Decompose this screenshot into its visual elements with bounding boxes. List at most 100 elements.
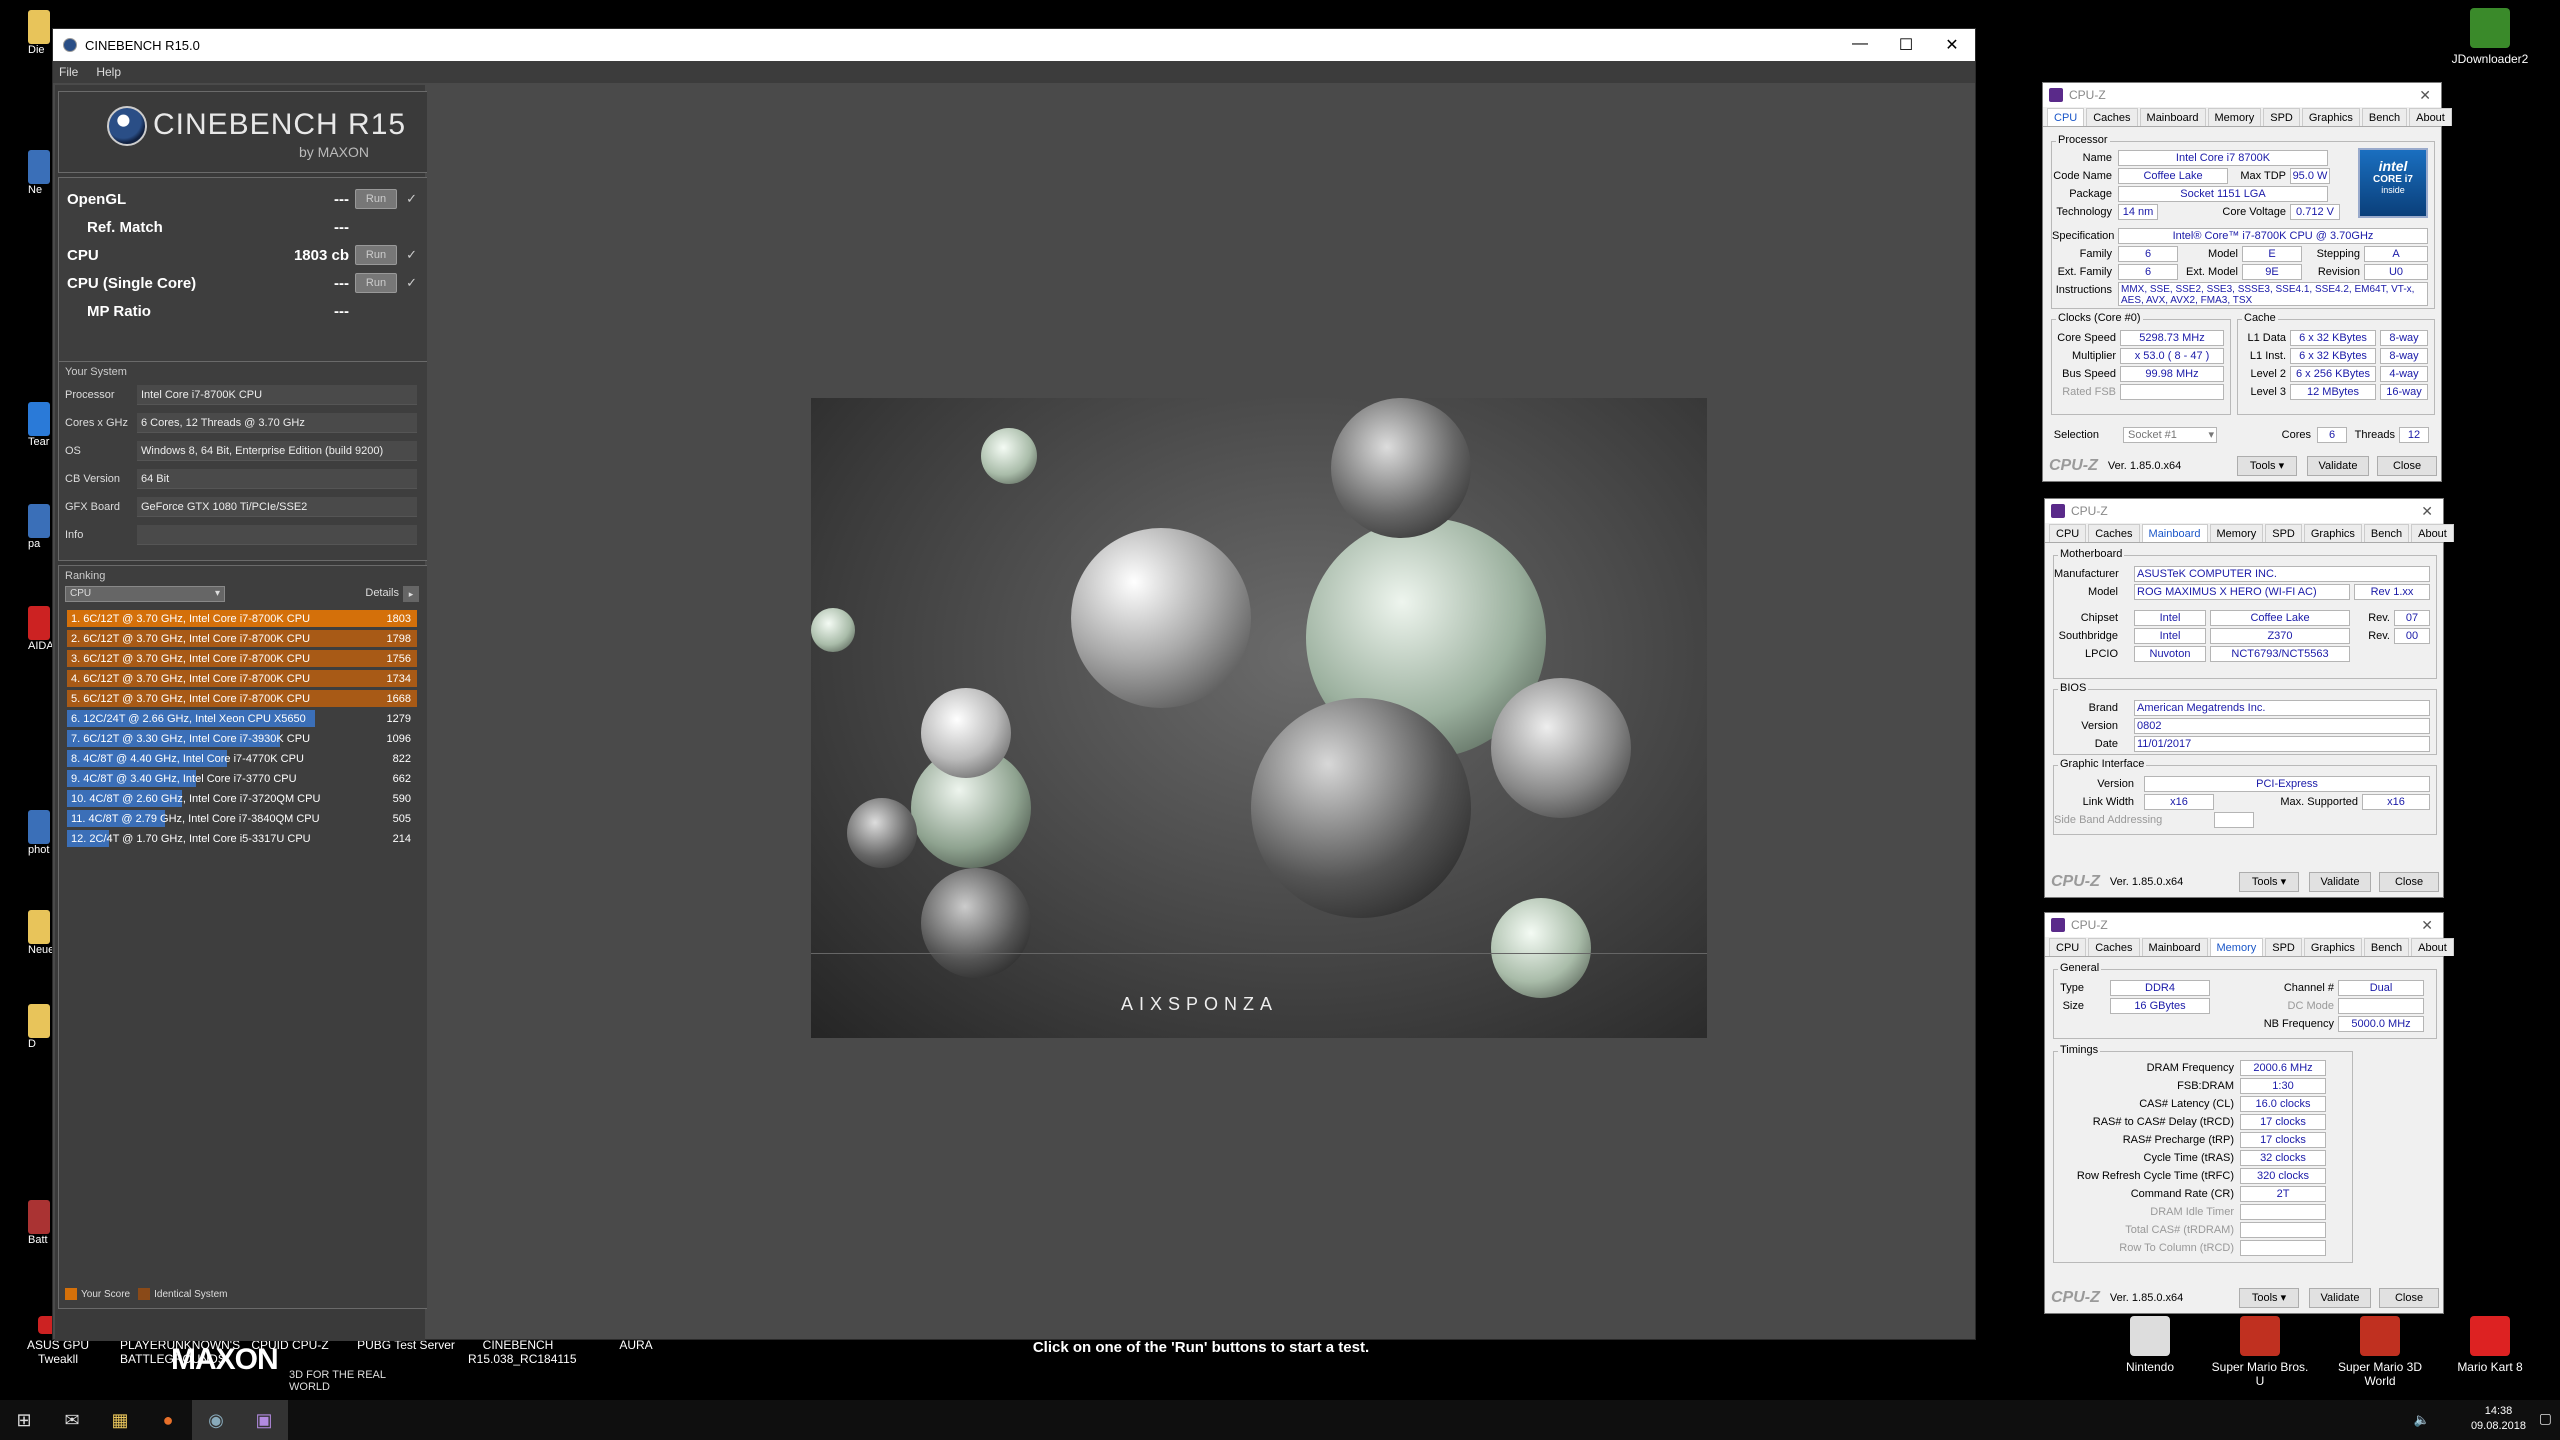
tab-graphics[interactable]: Graphics (2303, 938, 2362, 956)
menu-file[interactable]: File (59, 65, 78, 79)
validate-button[interactable]: Validate (2309, 1288, 2371, 1308)
desktop-icon-partial[interactable]: Neue (28, 910, 54, 956)
close-icon[interactable]: ✕ (1929, 35, 1975, 55)
tools-button[interactable]: Tools ▾ (2239, 1288, 2299, 1308)
tab-mainboard[interactable]: Mainboard (2141, 938, 2208, 956)
cpuz-titlebar[interactable]: CPU-Z ✕ (2045, 499, 2443, 523)
system-value[interactable] (137, 525, 417, 545)
busspeed-label: Bus Speed (2062, 368, 2116, 380)
cinebench-taskbar-icon[interactable]: ◉ (192, 1400, 240, 1440)
desktop-icon-partial[interactable]: Ne (28, 150, 50, 196)
chipset-name: Coffee Lake (2210, 610, 2350, 626)
notification-icon[interactable]: ▢ (2539, 1410, 2552, 1427)
ranking-row[interactable]: 10. 4C/8T @ 2.60 GHz, Intel Core i7-3720… (67, 790, 417, 808)
minimize-icon[interactable]: — (1837, 35, 1883, 55)
tab-bench[interactable]: Bench (2363, 524, 2410, 542)
tab-bench[interactable]: Bench (2363, 938, 2410, 956)
tab-about[interactable]: About (2411, 938, 2454, 956)
cpuz-titlebar[interactable]: CPU-Z ✕ (2043, 83, 2441, 107)
check-icon[interactable]: ✓ (406, 247, 417, 263)
firefox-icon[interactable]: ● (144, 1400, 192, 1440)
ranking-row[interactable]: 4. 6C/12T @ 3.70 GHz, Intel Core i7-8700… (67, 670, 417, 688)
tab-memory[interactable]: Memory (2209, 524, 2264, 542)
run-button[interactable]: Run (355, 273, 397, 293)
stepping: A (2364, 246, 2428, 262)
validate-button[interactable]: Validate (2309, 872, 2371, 892)
tab-cpu[interactable]: CPU (2047, 108, 2085, 126)
tab-spd[interactable]: SPD (2263, 108, 2300, 126)
tab-graphics[interactable]: Graphics (2301, 108, 2360, 126)
check-icon[interactable]: ✓ (406, 275, 417, 291)
close-icon[interactable]: ✕ (2421, 503, 2433, 520)
desktop-icon-partial[interactable]: Batt (28, 1200, 50, 1246)
sphere (1491, 898, 1591, 998)
run-button[interactable]: Run (355, 189, 397, 209)
desktop-icon-partial[interactable]: pa (28, 504, 50, 550)
close-icon[interactable]: ✕ (2421, 917, 2433, 934)
tab-bench[interactable]: Bench (2361, 108, 2408, 126)
sphere (1071, 528, 1251, 708)
volume-icon[interactable]: 🔈 (2414, 1412, 2430, 1428)
tab-graphics[interactable]: Graphics (2303, 524, 2362, 542)
desktop-icon[interactable]: JDownloader2 (2440, 8, 2540, 66)
tab-cpu[interactable]: CPU (2049, 938, 2087, 956)
start-icon[interactable]: ⊞ (0, 1400, 48, 1440)
ranking-label: 11. 4C/8T @ 2.79 GHz, Intel Core i7-3840… (71, 813, 320, 825)
ranking-row[interactable]: 3. 6C/12T @ 3.70 GHz, Intel Core i7-8700… (67, 650, 417, 668)
close-button[interactable]: Close (2379, 872, 2439, 892)
cpuz-titlebar[interactable]: CPU-Z ✕ (2045, 913, 2443, 937)
tab-caches[interactable]: Caches (2088, 524, 2140, 542)
tab-mainboard[interactable]: Mainboard (2139, 108, 2206, 126)
tools-button[interactable]: Tools ▾ (2237, 456, 2297, 476)
tab-spd[interactable]: SPD (2265, 524, 2302, 542)
tab-caches[interactable]: Caches (2086, 108, 2138, 126)
tools-button[interactable]: Tools ▾ (2239, 872, 2299, 892)
run-button[interactable]: Run (355, 245, 397, 265)
cpuz-title: CPU-Z (2071, 504, 2108, 518)
validate-button[interactable]: Validate (2307, 456, 2369, 476)
details-arrow-icon[interactable]: ▸ (403, 586, 419, 602)
ranking-row[interactable]: 6. 12C/24T @ 2.66 GHz, Intel Xeon CPU X5… (67, 710, 417, 728)
desktop-icon[interactable]: Nintendo (2100, 1316, 2200, 1374)
tab-mainboard[interactable]: Mainboard (2141, 524, 2208, 542)
ranking-row[interactable]: 5. 6C/12T @ 3.70 GHz, Intel Core i7-8700… (67, 690, 417, 708)
tab-caches[interactable]: Caches (2088, 938, 2140, 956)
mail-icon[interactable]: ✉ (48, 1400, 96, 1440)
ranking-row[interactable]: 2. 6C/12T @ 3.70 GHz, Intel Core i7-8700… (67, 630, 417, 648)
close-button[interactable]: Close (2377, 456, 2437, 476)
tab-memory[interactable]: Memory (2209, 938, 2264, 956)
desktop-icon-partial[interactable]: phot (28, 810, 50, 856)
tab-spd[interactable]: SPD (2265, 938, 2302, 956)
check-icon[interactable]: ✓ (406, 191, 417, 207)
desktop-icon-partial[interactable]: D (28, 1004, 50, 1050)
processor-group: Processor Name Intel Core i7 8700K Code … (2051, 134, 2435, 309)
clock[interactable]: 14:38 09.08.2018 (2471, 1404, 2526, 1434)
timing-value (2240, 1222, 2326, 1238)
desktop-icon-partial[interactable]: Die (28, 10, 50, 56)
desktop-icon[interactable]: Super Mario 3D World (2330, 1316, 2430, 1388)
tab-about[interactable]: About (2411, 524, 2454, 542)
ranking-select[interactable]: CPU ▾ (65, 586, 225, 602)
ranking-row[interactable]: 9. 4C/8T @ 3.40 GHz, Intel Core i7-3770 … (67, 770, 417, 788)
ranking-row[interactable]: 12. 2C/4T @ 1.70 GHz, Intel Core i5-3317… (67, 830, 417, 848)
close-icon[interactable]: ✕ (2419, 87, 2431, 104)
folder-icon[interactable]: ▦ (96, 1400, 144, 1440)
ranking-row[interactable]: 8. 4C/8T @ 4.40 GHz, Intel Core i7-4770K… (67, 750, 417, 768)
desktop-icon[interactable]: Super Mario Bros. U (2210, 1316, 2310, 1388)
desktop-icon[interactable]: Mario Kart 8 (2440, 1316, 2540, 1374)
group-title: Motherboard (2058, 548, 2125, 560)
menu-help[interactable]: Help (96, 65, 121, 79)
tab-memory[interactable]: Memory (2207, 108, 2262, 126)
selection-select[interactable]: Socket #1 ▾ (2123, 427, 2217, 443)
ranking-details[interactable]: Details (365, 587, 399, 599)
tab-about[interactable]: About (2409, 108, 2452, 126)
ranking-row[interactable]: 1. 6C/12T @ 3.70 GHz, Intel Core i7-8700… (67, 610, 417, 628)
close-button[interactable]: Close (2379, 1288, 2439, 1308)
desktop-icon-partial[interactable]: Tear (28, 402, 50, 448)
ranking-row[interactable]: 7. 6C/12T @ 3.30 GHz, Intel Core i7-3930… (67, 730, 417, 748)
maximize-icon[interactable]: ☐ (1883, 35, 1929, 55)
cpuz-taskbar-icon[interactable]: ▣ (240, 1400, 288, 1440)
ranking-row[interactable]: 11. 4C/8T @ 2.79 GHz, Intel Core i7-3840… (67, 810, 417, 828)
cinebench-titlebar[interactable]: CINEBENCH R15.0 — ☐ ✕ (53, 29, 1975, 61)
tab-cpu[interactable]: CPU (2049, 524, 2087, 542)
